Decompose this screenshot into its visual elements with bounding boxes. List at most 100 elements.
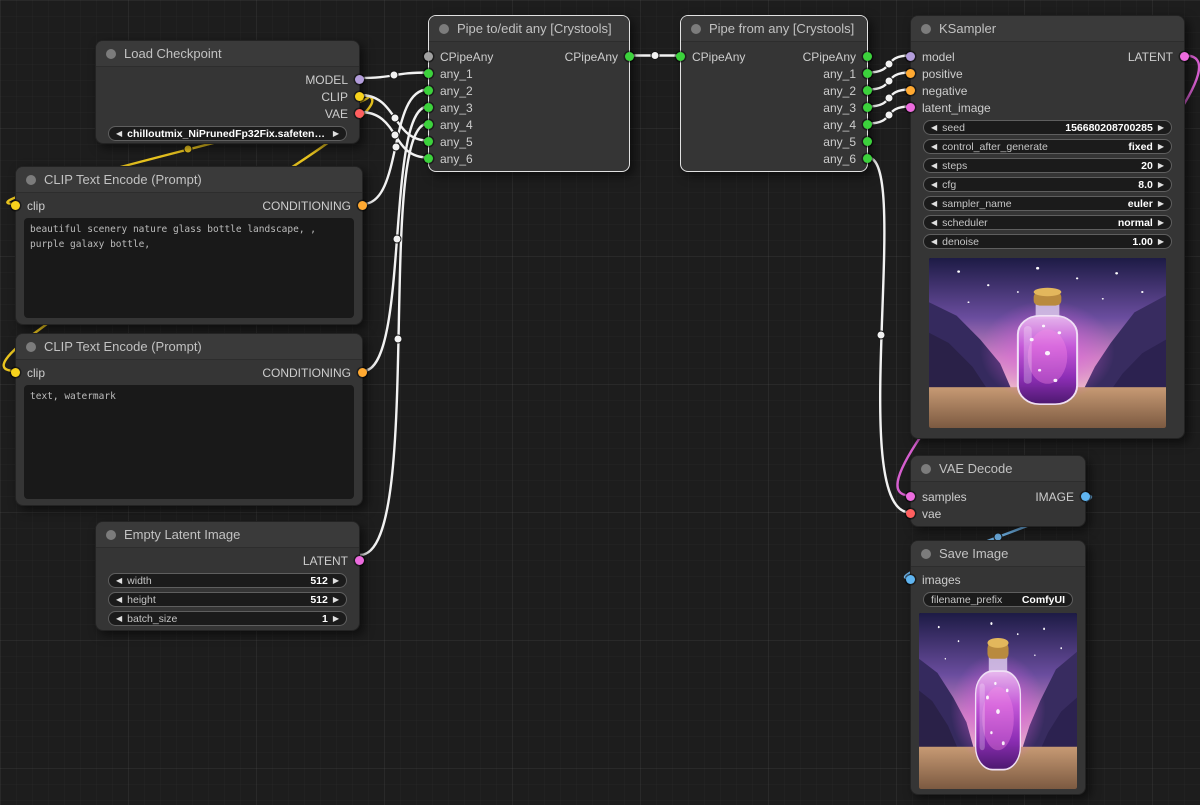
link-midpoint-dot[interactable] [392,143,400,151]
input-slot-cpipeany[interactable] [424,52,433,61]
decrement-arrow-icon[interactable]: ◀ [931,219,937,227]
increment-arrow-icon[interactable]: ▶ [1158,124,1164,132]
node-title-bar[interactable]: CLIP Text Encode (Prompt) [16,334,362,360]
widget-ckpt-name[interactable]: ◀ chilloutmix_NiPrunedFp32Fix.safetensor… [108,126,347,141]
input-slot-any-4[interactable] [424,120,433,129]
wire-any6-to-vae-decode[interactable] [868,158,910,513]
output-slot-vae[interactable] [355,109,364,118]
node-title-bar[interactable]: CLIP Text Encode (Prompt) [16,167,362,193]
output-slot-clip[interactable] [355,92,364,101]
widget-width[interactable]: ◀ width 512 ▶ [108,573,347,588]
link-midpoint-dot[interactable] [885,94,893,102]
increment-arrow-icon[interactable]: ▶ [1158,219,1164,227]
input-slot-any-3[interactable] [424,103,433,112]
output-slot-any-4[interactable] [863,120,872,129]
collapse-dot-icon[interactable] [26,175,36,185]
decrement-arrow-icon[interactable]: ◀ [931,162,937,170]
node-pipe-from-any[interactable]: Pipe from any [Crystools] CPipeAny CPipe… [680,15,868,172]
collapse-dot-icon[interactable] [921,24,931,34]
node-title-bar[interactable]: Empty Latent Image [96,522,359,548]
output-slot-latent[interactable] [1180,52,1189,61]
output-slot-cpipeany[interactable] [625,52,634,61]
link-midpoint-dot[interactable] [885,111,893,119]
input-slot-negative[interactable] [906,86,915,95]
collapse-dot-icon[interactable] [106,530,116,540]
node-empty-latent-image[interactable]: Empty Latent Image LATENT ◀ width 512 ▶ … [95,521,360,631]
widget-steps[interactable]: ◀ steps 20 ▶ [923,158,1172,173]
input-slot-clip[interactable] [11,368,20,377]
increment-arrow-icon[interactable]: ▶ [1158,143,1164,151]
widget-cfg[interactable]: ◀ cfg 8.0 ▶ [923,177,1172,192]
collapse-dot-icon[interactable] [106,49,116,59]
decrement-arrow-icon[interactable]: ◀ [116,130,122,138]
output-slot-any-1[interactable] [863,69,872,78]
node-title-bar[interactable]: Save Image [911,541,1085,567]
increment-arrow-icon[interactable]: ▶ [1158,181,1164,189]
output-slot-any-6[interactable] [863,154,872,163]
link-midpoint-dot[interactable] [885,60,893,68]
node-title-bar[interactable]: KSampler [911,16,1184,42]
increment-arrow-icon[interactable]: ▶ [1158,238,1164,246]
input-slot-samples[interactable] [906,492,915,501]
decrement-arrow-icon[interactable]: ◀ [116,596,122,604]
widget-filename-prefix[interactable]: filename_prefix ComfyUI [923,592,1073,607]
node-title-bar[interactable]: Pipe from any [Crystools] [681,16,867,42]
node-ksampler[interactable]: KSampler model LATENT positive negative … [910,15,1185,439]
input-slot-positive[interactable] [906,69,915,78]
input-slot-any-1[interactable] [424,69,433,78]
link-midpoint-dot[interactable] [651,52,659,60]
output-slot-cpipeany[interactable] [863,52,872,61]
input-slot-cpipeany[interactable] [676,52,685,61]
decrement-arrow-icon[interactable]: ◀ [931,124,937,132]
link-midpoint-dot[interactable] [184,145,192,153]
collapse-dot-icon[interactable] [26,342,36,352]
widget-control-after-generate[interactable]: ◀ control_after_generate fixed ▶ [923,139,1172,154]
node-title-bar[interactable]: Pipe to/edit any [Crystools] [429,16,629,42]
output-slot-any-3[interactable] [863,103,872,112]
input-slot-vae[interactable] [906,509,915,518]
node-pipe-to-edit-any[interactable]: Pipe to/edit any [Crystools] CPipeAny CP… [428,15,630,172]
decrement-arrow-icon[interactable]: ◀ [931,200,937,208]
output-slot-any-2[interactable] [863,86,872,95]
node-clip-text-encode-negative[interactable]: CLIP Text Encode (Prompt) clip CONDITION… [15,333,363,506]
output-slot-model[interactable] [355,75,364,84]
output-slot-latent[interactable] [355,556,364,565]
increment-arrow-icon[interactable]: ▶ [333,615,339,623]
increment-arrow-icon[interactable]: ▶ [333,130,339,138]
link-midpoint-dot[interactable] [394,335,402,343]
prompt-textarea[interactable]: beautiful scenery nature glass bottle la… [24,218,354,318]
link-midpoint-dot[interactable] [391,114,399,122]
increment-arrow-icon[interactable]: ▶ [333,596,339,604]
collapse-dot-icon[interactable] [921,464,931,474]
decrement-arrow-icon[interactable]: ◀ [931,143,937,151]
widget-seed[interactable]: ◀ seed 156680208700285 ▶ [923,120,1172,135]
input-slot-any-2[interactable] [424,86,433,95]
link-midpoint-dot[interactable] [391,131,399,139]
input-slot-model[interactable] [906,52,915,61]
widget-sampler-name[interactable]: ◀ sampler_name euler ▶ [923,196,1172,211]
decrement-arrow-icon[interactable]: ◀ [116,577,122,585]
node-vae-decode[interactable]: VAE Decode samples IMAGE vae [910,455,1086,527]
collapse-dot-icon[interactable] [439,24,449,34]
collapse-dot-icon[interactable] [691,24,701,34]
input-slot-any-5[interactable] [424,137,433,146]
widget-height[interactable]: ◀ height 512 ▶ [108,592,347,607]
widget-batch-size[interactable]: ◀ batch_size 1 ▶ [108,611,347,626]
node-save-image[interactable]: Save Image images filename_prefix ComfyU… [910,540,1086,795]
node-clip-text-encode-positive[interactable]: CLIP Text Encode (Prompt) clip CONDITION… [15,166,363,325]
input-slot-latent-image[interactable] [906,103,915,112]
output-slot-image[interactable] [1081,492,1090,501]
input-slot-clip[interactable] [11,201,20,210]
output-slot-conditioning[interactable] [358,201,367,210]
node-graph-canvas[interactable]: { "icons": { "arrow_left": "◀", "arrow_r… [0,0,1200,805]
prompt-textarea[interactable]: text, watermark [24,385,354,499]
input-slot-images[interactable] [906,575,915,584]
increment-arrow-icon[interactable]: ▶ [1158,200,1164,208]
output-slot-any-5[interactable] [863,137,872,146]
widget-scheduler[interactable]: ◀ scheduler normal ▶ [923,215,1172,230]
output-slot-conditioning[interactable] [358,368,367,377]
link-midpoint-dot[interactable] [390,71,398,79]
decrement-arrow-icon[interactable]: ◀ [116,615,122,623]
link-midpoint-dot[interactable] [877,331,885,339]
node-title-bar[interactable]: Load Checkpoint [96,41,359,67]
